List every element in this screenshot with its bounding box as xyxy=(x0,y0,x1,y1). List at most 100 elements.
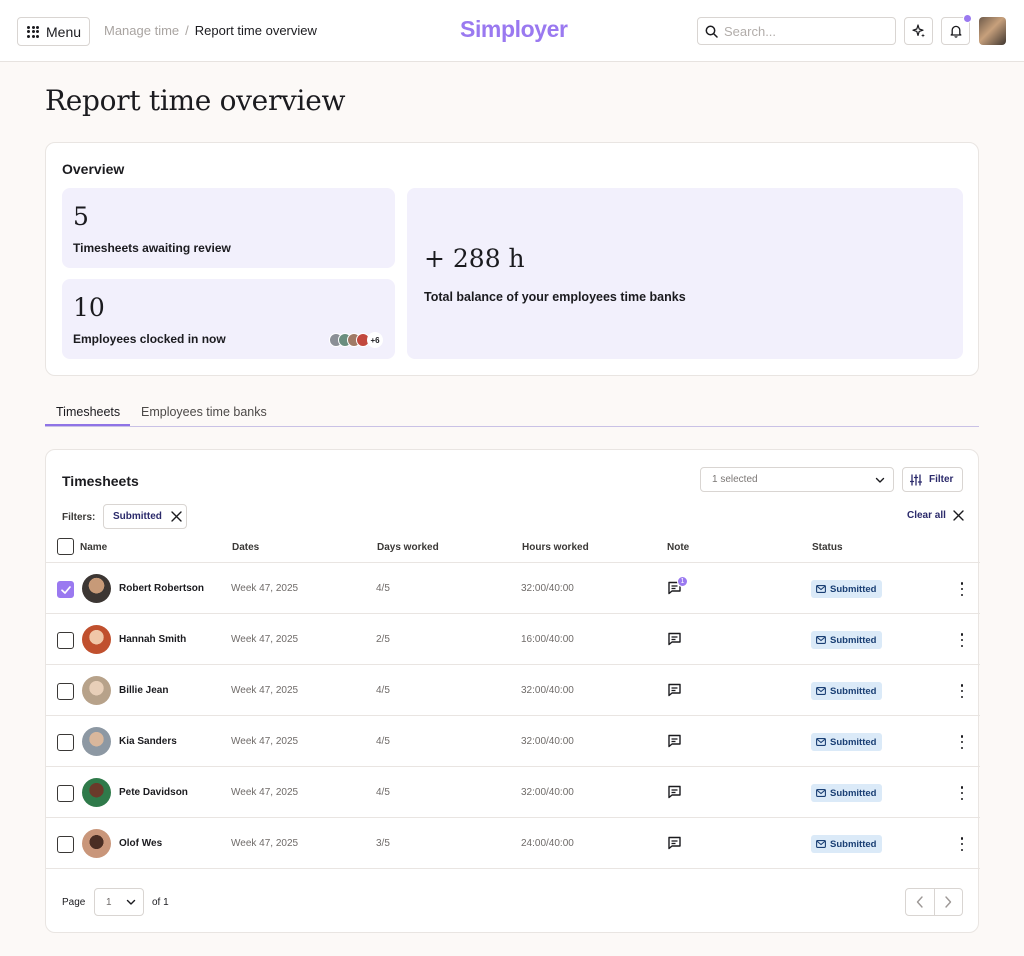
bell-icon xyxy=(950,25,961,38)
tab-timesheets[interactable]: Timesheets xyxy=(56,405,120,419)
next-page-button[interactable] xyxy=(933,889,962,915)
logo[interactable]: Simployer xyxy=(460,16,568,43)
table-row[interactable]: Olof Wes Week 47, 2025 3/5 24:00/40:00 S… xyxy=(46,818,980,869)
hours-worked-cell: 32:00/40:00 xyxy=(521,736,574,747)
mail-icon xyxy=(816,636,826,644)
status-badge: Submitted xyxy=(811,733,882,751)
row-checkbox[interactable] xyxy=(57,683,74,700)
time-bank-balance-stat[interactable]: + 288 h Total balance of your employees … xyxy=(407,188,963,359)
status-badge: Submitted xyxy=(811,631,882,649)
selection-value: 1 selected xyxy=(712,474,758,485)
hours-worked-cell: 16:00/40:00 xyxy=(521,634,574,645)
more-options-icon[interactable] xyxy=(959,684,965,698)
grid-icon xyxy=(27,25,39,38)
active-tab-indicator xyxy=(45,424,130,426)
employee-name[interactable]: Hannah Smith xyxy=(119,634,186,645)
dates-cell: Week 47, 2025 xyxy=(231,736,299,747)
avatar xyxy=(82,625,111,654)
mail-icon xyxy=(816,687,826,695)
table-row[interactable]: Robert Robertson Week 47, 2025 4/5 32:00… xyxy=(46,563,980,614)
message-icon xyxy=(668,785,681,799)
tab-employees-time-banks[interactable]: Employees time banks xyxy=(141,405,267,419)
page-title: Report time overview xyxy=(45,84,346,117)
column-header-name[interactable]: Name xyxy=(80,542,107,553)
note-button[interactable] xyxy=(667,632,682,651)
more-options-icon[interactable] xyxy=(959,837,965,851)
employee-name[interactable]: Robert Robertson xyxy=(119,583,204,594)
note-button[interactable] xyxy=(667,836,682,855)
balance-value: + 288 h xyxy=(424,244,525,273)
table-row[interactable]: Pete Davidson Week 47, 2025 4/5 32:00/40… xyxy=(46,767,980,818)
days-worked-cell: 4/5 xyxy=(376,685,390,696)
dates-cell: Week 47, 2025 xyxy=(231,685,299,696)
menu-button[interactable]: Menu xyxy=(17,17,90,46)
hours-worked-cell: 32:00/40:00 xyxy=(521,787,574,798)
message-icon xyxy=(668,632,681,646)
column-header-days-worked[interactable]: Days worked xyxy=(377,542,439,553)
mail-icon xyxy=(816,840,826,848)
notification-dot xyxy=(963,14,972,23)
clocked-in-stat[interactable]: 10 Employees clocked in now +6 xyxy=(62,279,395,359)
timesheets-title: Timesheets xyxy=(62,473,139,489)
row-checkbox[interactable] xyxy=(57,836,74,853)
search-placeholder: Search... xyxy=(724,23,777,39)
search-icon xyxy=(705,25,718,38)
ai-sparkle-button[interactable] xyxy=(904,17,933,45)
page-select[interactable]: 1 xyxy=(94,888,144,916)
avatar xyxy=(82,727,111,756)
notifications-button[interactable] xyxy=(941,14,972,45)
row-checkbox[interactable] xyxy=(57,734,74,751)
select-all-checkbox[interactable] xyxy=(57,538,74,555)
more-options-icon[interactable] xyxy=(959,735,965,749)
column-header-status[interactable]: Status xyxy=(812,542,843,553)
user-avatar[interactable] xyxy=(979,17,1006,45)
employee-name[interactable]: Olof Wes xyxy=(119,838,162,849)
clear-all-button[interactable]: Clear all xyxy=(907,510,964,521)
selection-dropdown[interactable]: 1 selected xyxy=(700,467,894,492)
filter-chip-submitted[interactable]: Submitted xyxy=(103,504,187,529)
awaiting-review-stat[interactable]: 5 Timesheets awaiting review xyxy=(62,188,395,268)
sparkle-icon xyxy=(911,24,925,38)
more-options-icon[interactable] xyxy=(959,786,965,800)
checkmark-icon xyxy=(60,585,71,594)
column-header-note[interactable]: Note xyxy=(667,542,689,553)
column-header-dates[interactable]: Dates xyxy=(232,542,259,553)
chevron-down-icon xyxy=(875,477,885,483)
status-label: Submitted xyxy=(830,583,877,595)
top-bar: Menu Manage time / Report time overview … xyxy=(0,0,1024,62)
note-button[interactable] xyxy=(667,734,682,753)
filter-button[interactable]: Filter xyxy=(902,467,963,492)
employee-name[interactable]: Pete Davidson xyxy=(119,787,188,798)
breadcrumb-separator: / xyxy=(185,23,189,38)
status-badge: Submitted xyxy=(811,682,882,700)
row-checkbox[interactable] xyxy=(57,785,74,802)
dates-cell: Week 47, 2025 xyxy=(231,583,299,594)
message-icon xyxy=(668,683,681,697)
table-header: Name Dates Days worked Hours worked Note… xyxy=(46,537,980,563)
status-badge: Submitted xyxy=(811,784,882,802)
mail-icon xyxy=(816,738,826,746)
column-header-hours-worked[interactable]: Hours worked xyxy=(522,542,589,553)
table-row[interactable]: Billie Jean Week 47, 2025 4/5 32:00/40:0… xyxy=(46,665,980,716)
previous-page-button[interactable] xyxy=(906,889,934,915)
employee-name[interactable]: Billie Jean xyxy=(119,685,168,696)
more-options-icon[interactable] xyxy=(959,582,965,596)
note-button[interactable]: 1 xyxy=(667,576,688,600)
table-row[interactable]: Kia Sanders Week 47, 2025 4/5 32:00/40:0… xyxy=(46,716,980,767)
more-options-icon[interactable] xyxy=(959,633,965,647)
balance-label: Total balance of your employees time ban… xyxy=(424,290,686,304)
avatar-stack[interactable]: +6 xyxy=(329,332,383,348)
breadcrumb-parent[interactable]: Manage time xyxy=(104,23,179,38)
mail-icon xyxy=(816,789,826,797)
row-checkbox[interactable] xyxy=(57,632,74,649)
close-icon[interactable] xyxy=(171,511,182,522)
table-row[interactable]: Hannah Smith Week 47, 2025 2/5 16:00/40:… xyxy=(46,614,980,665)
note-button[interactable] xyxy=(667,785,682,804)
employee-name[interactable]: Kia Sanders xyxy=(119,736,177,747)
note-button[interactable] xyxy=(667,683,682,702)
more-avatars-count: +6 xyxy=(367,332,383,348)
message-icon xyxy=(668,734,681,748)
dates-cell: Week 47, 2025 xyxy=(231,634,299,645)
row-checkbox[interactable] xyxy=(57,581,74,598)
search-input[interactable]: Search... xyxy=(697,17,896,45)
